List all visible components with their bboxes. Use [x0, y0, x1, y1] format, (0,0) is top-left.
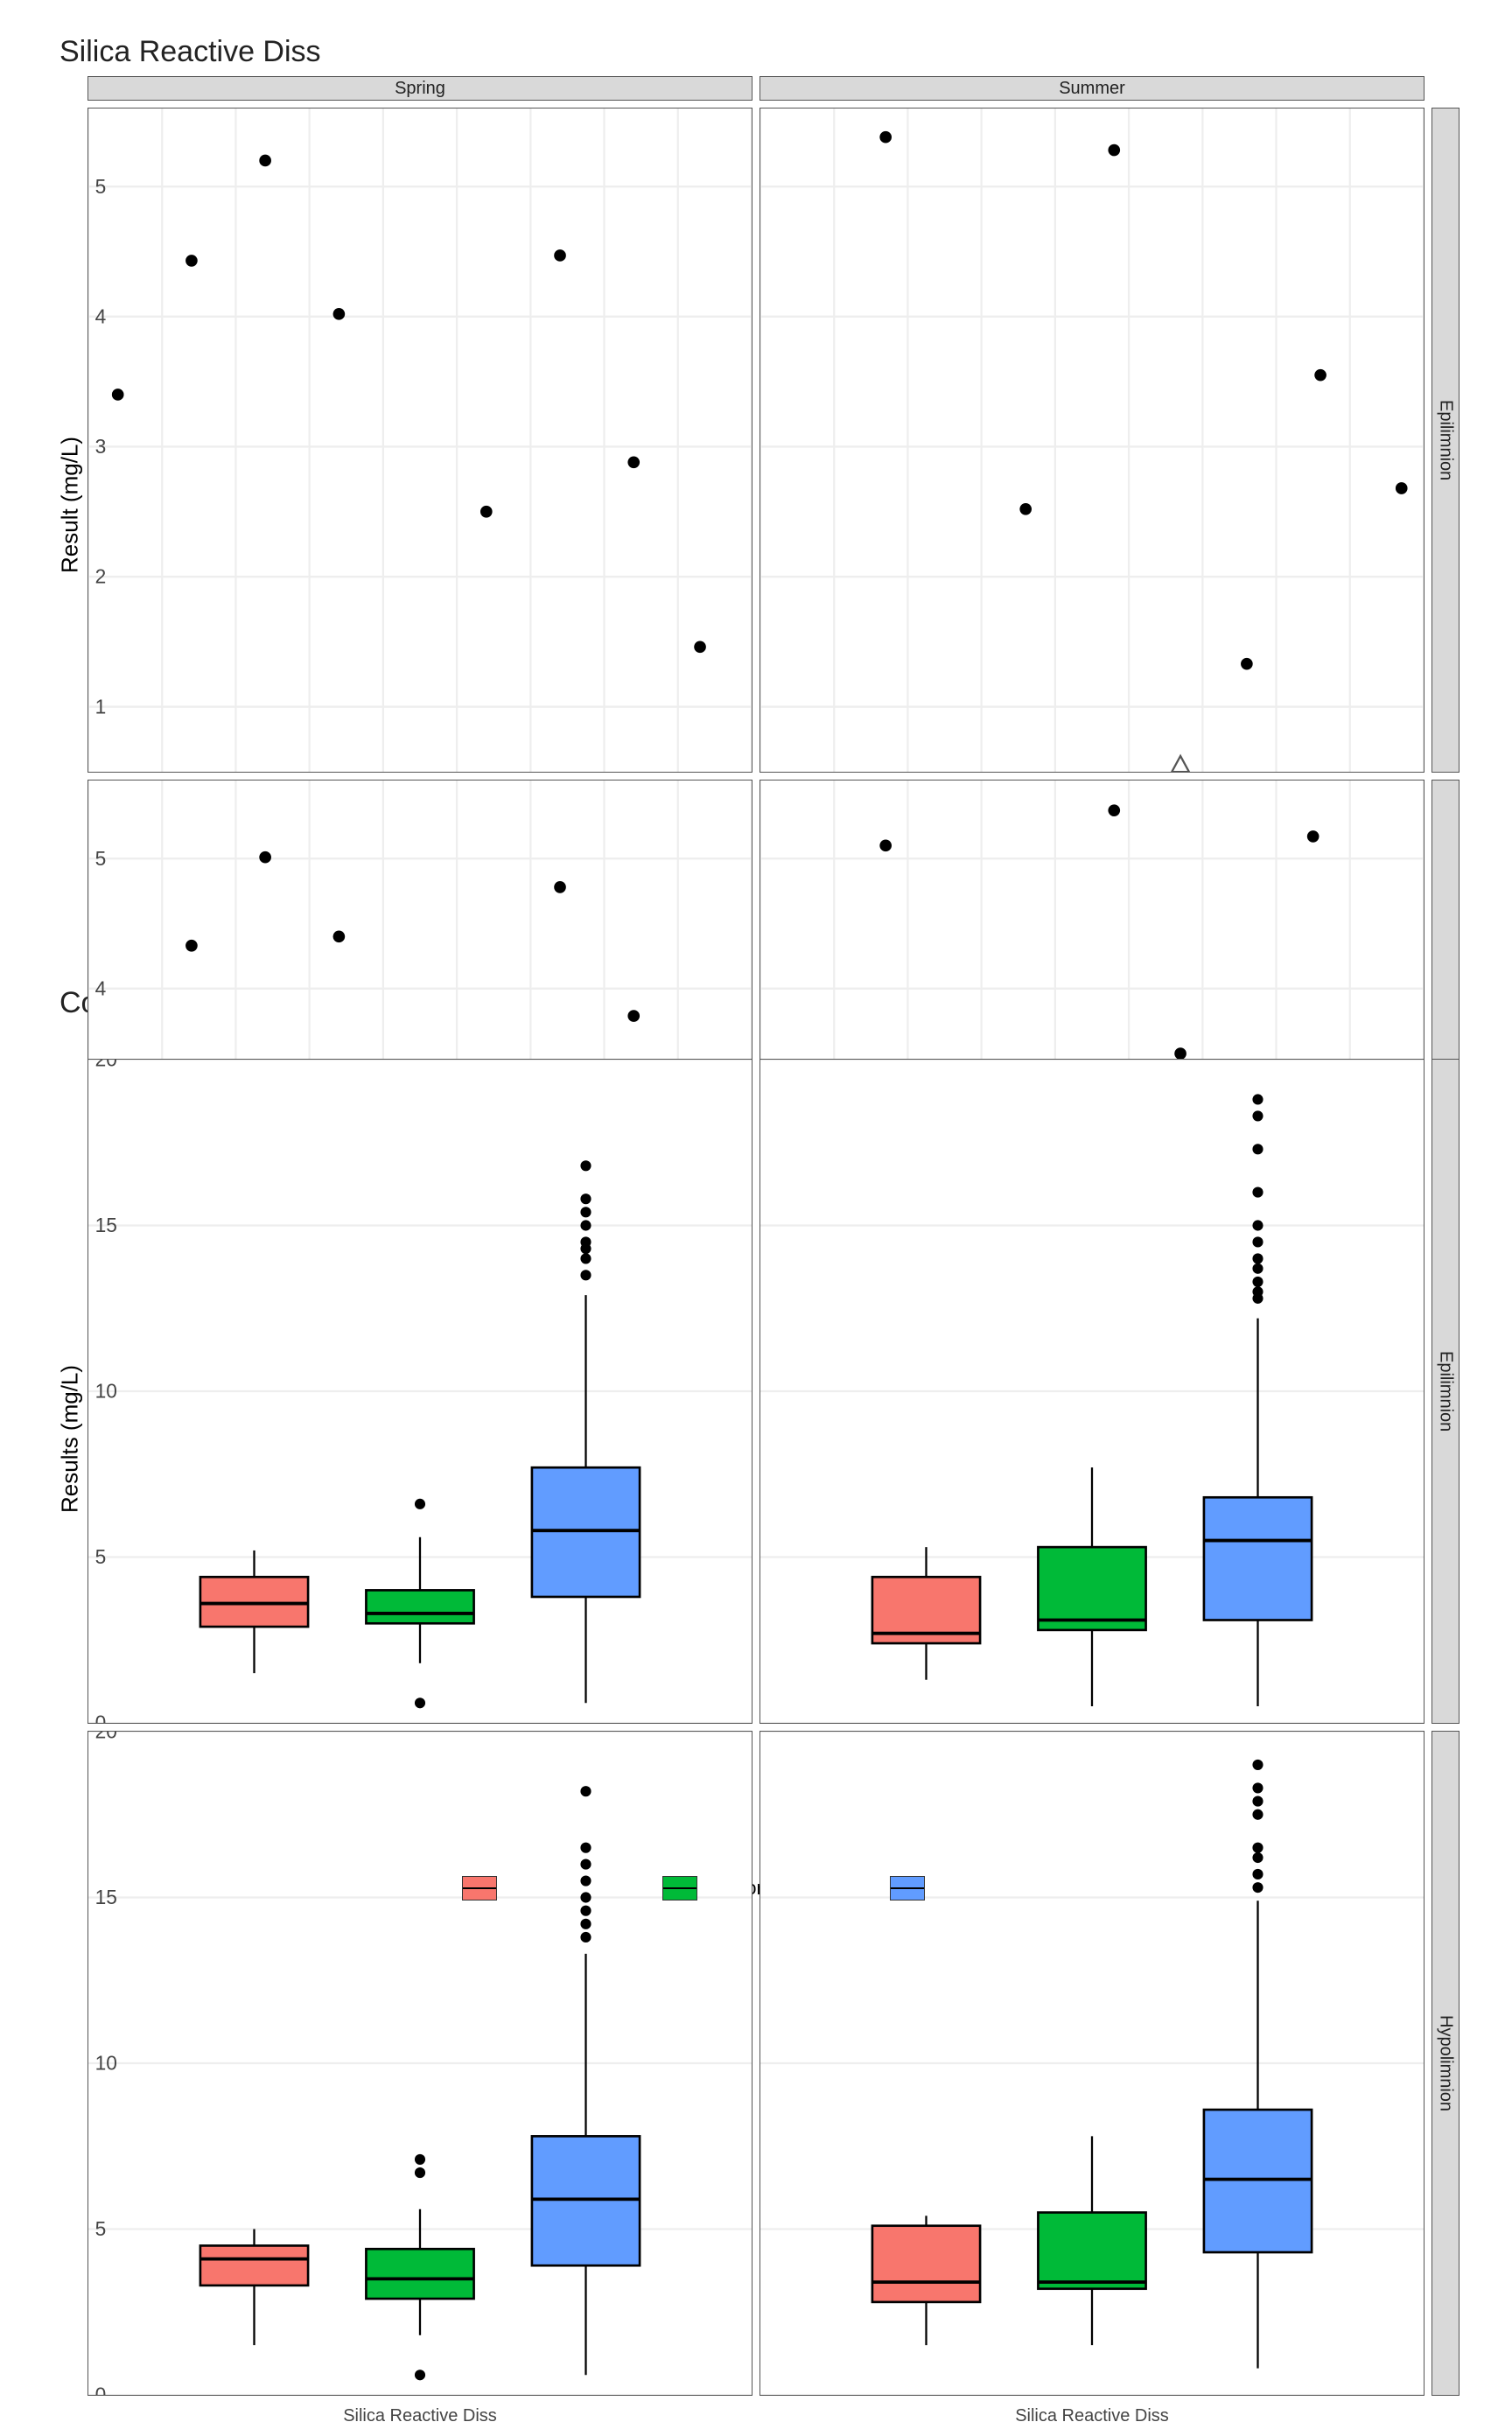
svg-text:5: 5: [95, 1545, 107, 1568]
svg-text:10: 10: [95, 2052, 117, 2075]
scatter-ylab: Result (mg/L): [52, 76, 88, 934]
svg-text:10: 10: [95, 1380, 117, 1403]
col-strip-spring: Spring: [88, 76, 752, 101]
svg-text:15: 15: [95, 1886, 117, 1908]
legend-swatch-red: [462, 1876, 497, 1900]
svg-text:2: 2: [95, 565, 107, 588]
svg-text:0: 0: [95, 2384, 107, 2395]
box-row-epi: Epilimnion: [1432, 1059, 1460, 1724]
svg-text:5: 5: [95, 847, 107, 870]
box-ylab: Results (mg/L): [52, 1027, 88, 1850]
col-strip-summer: Summer: [760, 76, 1424, 101]
svg-text:20: 20: [95, 1732, 117, 1743]
box-xcat-summer: Silica Reactive Diss: [760, 2403, 1424, 2429]
svg-text:3: 3: [95, 435, 107, 458]
box-figure: Comparison with Network Data Results (mg…: [52, 986, 1460, 1900]
svg-text:4: 4: [95, 304, 107, 327]
svg-text:5: 5: [95, 175, 107, 198]
box-panel-summer-hypo: [760, 1731, 1424, 2396]
panel-summer-epi: [760, 108, 1424, 773]
svg-text:20: 20: [95, 1060, 117, 1071]
legend-swatch-green: [662, 1876, 697, 1900]
svg-text:5: 5: [95, 2217, 107, 2240]
box-xcat-spring: Silica Reactive Diss: [88, 2403, 752, 2429]
box-row-hypo: Hypolimnion: [1432, 1731, 1460, 2396]
row-strip-epi: Epilimnion: [1432, 108, 1460, 773]
svg-text:4: 4: [95, 976, 107, 999]
box-panel-spring-hypo: 0 5 10 15 20: [88, 1731, 752, 2396]
box-panel-spring-epi: 0 5 10 15 20: [88, 1059, 752, 1724]
scatter-figure: Silica Reactive Diss Result (mg/L) Sprin…: [52, 35, 1460, 934]
legend-swatch-blue: [890, 1876, 925, 1900]
svg-text:15: 15: [95, 1214, 117, 1236]
panel-spring-epi: 1 2 3 4 5: [88, 108, 752, 773]
svg-text:1: 1: [95, 695, 107, 718]
box-panel-summer-epi: [760, 1059, 1424, 1724]
svg-text:0: 0: [95, 1712, 107, 1723]
scatter-title: Silica Reactive Diss: [60, 35, 1460, 69]
